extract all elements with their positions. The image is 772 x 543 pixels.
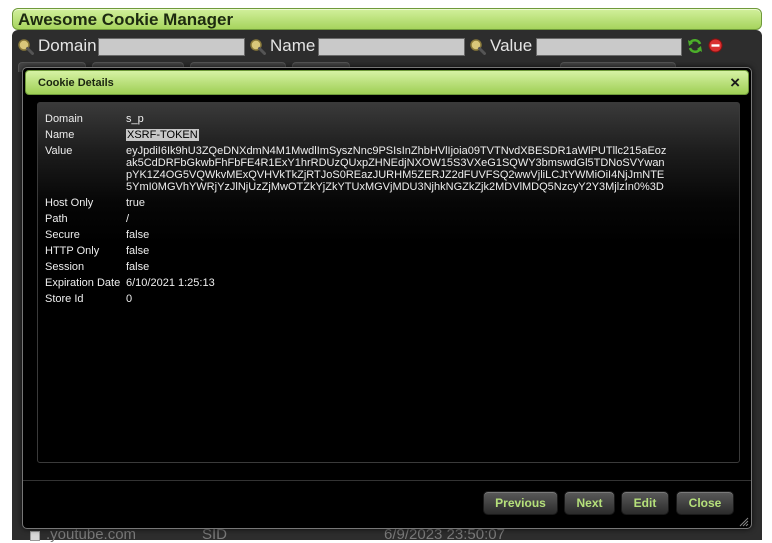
field-label: Path — [45, 213, 68, 225]
stop-icon[interactable] — [708, 38, 723, 53]
field-value[interactable]: XSRF-TOKEN — [126, 129, 199, 141]
dialog-header: Cookie Details × — [25, 70, 749, 95]
dialog-title: Cookie Details — [38, 77, 114, 89]
field-label: Expiration Date — [45, 277, 121, 289]
edit-button[interactable]: Edit — [621, 491, 669, 515]
field-label: Store Id — [45, 293, 84, 305]
search-icon — [17, 38, 34, 55]
domain-search-input[interactable] — [98, 38, 245, 56]
field-value[interactable]: eyJpdiI6Ik9hU3ZQeDNXdmN4M1MwdlImSyszNnc9… — [126, 145, 666, 193]
cookie-manager-app: Awesome Cookie Manager Domain Name Value — [0, 0, 772, 543]
domain-search-label: Domain — [38, 36, 97, 55]
value-line: pYK1Z4OG5VQWkvMExQVHVkTkZjRTJoS0REazJURH… — [126, 169, 665, 181]
field-label: Domain — [45, 113, 83, 125]
field-value: 6/10/2021 1:25:13 — [126, 277, 215, 289]
value-search-label: Value — [490, 36, 533, 55]
search-icon — [469, 38, 486, 55]
close-icon[interactable]: × — [730, 74, 740, 91]
value-search-input[interactable] — [536, 38, 682, 56]
value-line: ak5CdDRFbGkwbFhFbFE4R1ExY1hrRDUzQUxpZHNE… — [126, 157, 665, 169]
field-value: false — [126, 229, 150, 241]
field-value: false — [126, 261, 150, 273]
field-value: 0 — [126, 293, 133, 305]
field-label: Secure — [45, 229, 80, 241]
value-line: eyJpdiI6Ik9hU3ZQeDNXdmN4M1MwdlImSyszNnc9… — [126, 145, 667, 157]
field-label: Session — [45, 261, 85, 273]
search-icon — [249, 38, 266, 55]
next-button[interactable]: Next — [564, 491, 615, 515]
field-value: / — [126, 213, 130, 225]
field-value: true — [126, 197, 145, 209]
app-title-bar: Awesome Cookie Manager — [12, 8, 762, 30]
field-value: s_p — [126, 113, 144, 125]
refresh-icon[interactable] — [687, 38, 703, 54]
previous-button[interactable]: Previous — [483, 491, 558, 515]
field-label: Name — [45, 129, 75, 141]
field-label: HTTP Only — [45, 245, 100, 257]
app-title: Awesome Cookie Manager — [18, 10, 234, 29]
field-label: Host Only — [45, 197, 94, 209]
name-search-label: Name — [270, 36, 316, 55]
cookie-detail-panel: Domain s_p Name XSRF-TOKEN Value eyJpdiI… — [37, 102, 740, 463]
field-value: false — [126, 245, 150, 257]
close-button[interactable]: Close — [676, 491, 734, 515]
footer-divider — [23, 480, 751, 481]
resize-grip-icon[interactable] — [737, 514, 749, 527]
field-value-wrap: XSRF-TOKEN — [126, 129, 199, 141]
name-search-input[interactable] — [318, 38, 465, 56]
value-line: 5YmI0MGVhYWRjYzJlNjUzZjMwOTZkYjZkYTUxMGV… — [126, 181, 664, 193]
cookie-details-dialog: Cookie Details × Domain s_p Name XSRF-TO… — [22, 67, 752, 529]
field-label: Value — [45, 145, 73, 157]
